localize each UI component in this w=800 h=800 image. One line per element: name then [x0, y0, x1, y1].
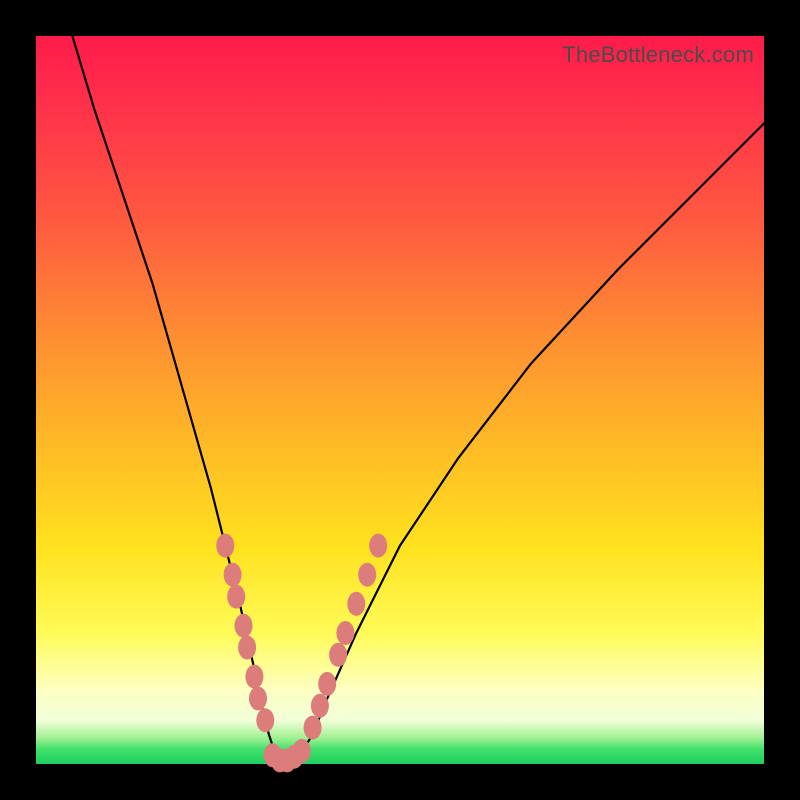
plot-area: TheBottleneck.com	[36, 36, 764, 764]
bead	[216, 534, 234, 558]
bead	[311, 694, 329, 718]
bead	[245, 665, 263, 689]
bead	[227, 585, 245, 609]
bead	[256, 708, 274, 732]
bead	[369, 534, 387, 558]
bead	[304, 716, 322, 740]
bead	[358, 563, 376, 587]
bead	[235, 614, 253, 638]
bead	[336, 621, 354, 645]
bead	[329, 643, 347, 667]
chart-svg	[36, 36, 764, 764]
bead	[238, 636, 256, 660]
bead	[347, 592, 365, 616]
bead	[249, 687, 267, 711]
bottleneck-curve	[72, 36, 764, 764]
outer-frame: TheBottleneck.com	[0, 0, 800, 800]
bead	[318, 672, 336, 696]
bead-group	[216, 534, 387, 773]
bead	[293, 739, 311, 763]
bead	[224, 563, 242, 587]
